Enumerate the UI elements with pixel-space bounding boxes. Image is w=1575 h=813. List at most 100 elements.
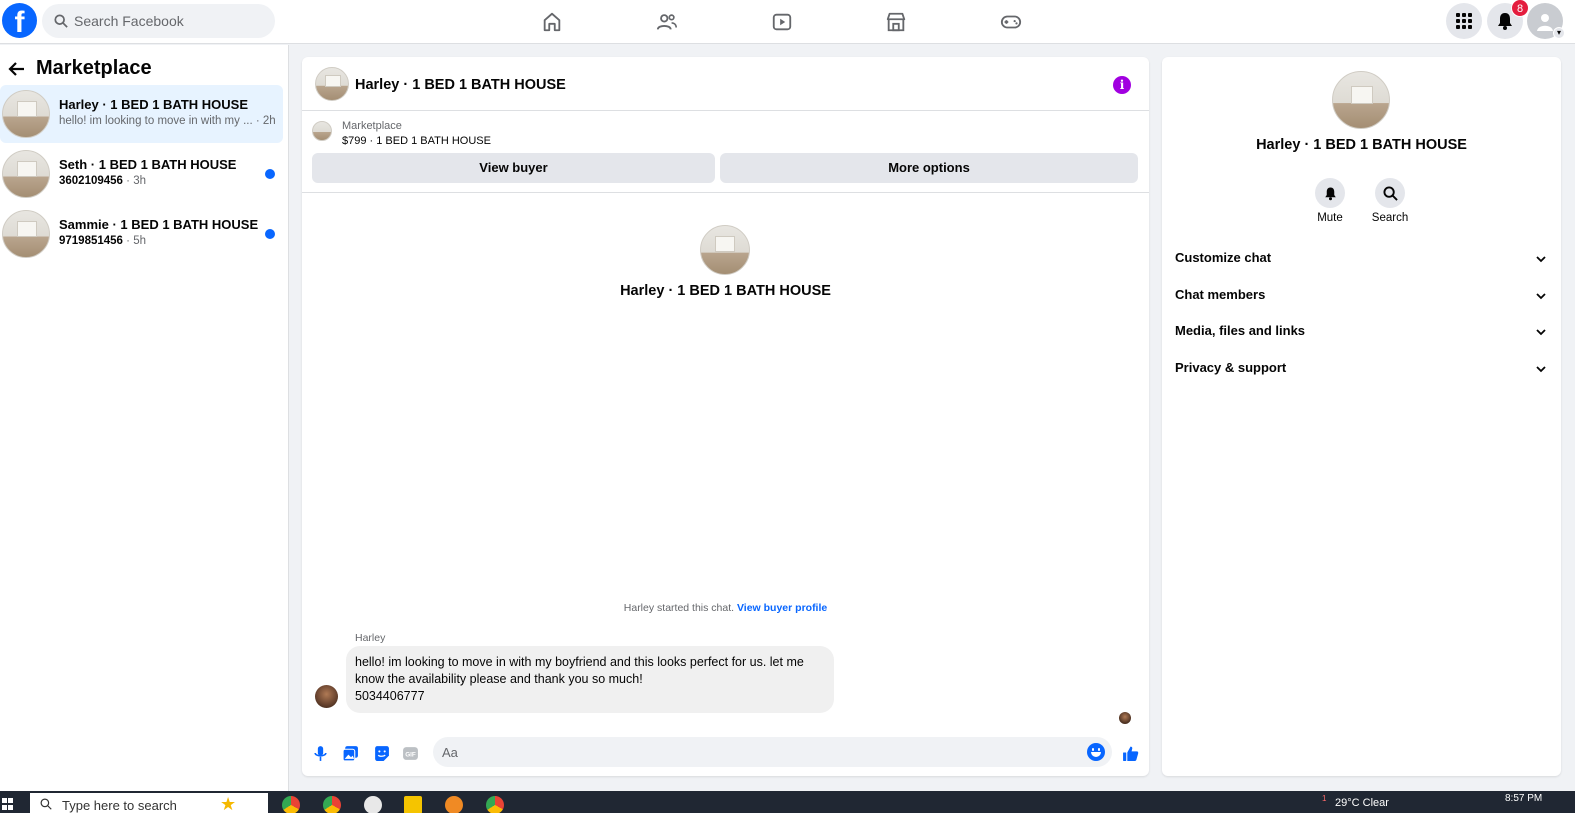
- message-composer: GIF: [302, 735, 1149, 771]
- conversation-title: Sammie · 1 BED 1 BATH HOUSE: [59, 217, 259, 232]
- search-icon: [54, 14, 68, 28]
- intro-name: Harley · 1 BED 1 BATH HOUSE: [620, 283, 831, 299]
- media-files-links-section[interactable]: Media, files and links: [1162, 314, 1561, 348]
- top-navigation-bar: f 8 ▾: [0, 0, 1575, 44]
- conversation-title: Seth · 1 BED 1 BATH HOUSE: [59, 157, 237, 172]
- sticker-icon: [374, 745, 389, 761]
- mute-button[interactable]: Mute: [1300, 178, 1360, 224]
- photo-icon: [342, 745, 358, 761]
- windows-start-icon[interactable]: [2, 798, 14, 810]
- search-icon: [1382, 185, 1398, 201]
- listing-label: Marketplace: [342, 120, 402, 132]
- more-options-button[interactable]: More options: [720, 153, 1138, 183]
- weather-text[interactable]: 29°C Clear: [1335, 797, 1389, 809]
- menu-button[interactable]: [1446, 3, 1482, 39]
- emoji-icon[interactable]: [1087, 743, 1105, 761]
- message-line: know the availability please and thank y…: [355, 672, 643, 686]
- search-in-conversation-button[interactable]: Search: [1360, 178, 1420, 224]
- conversation-preview: 9719851456 · 5h: [59, 235, 146, 247]
- listing-small-thumbnail: [312, 121, 332, 141]
- sticker-button[interactable]: [372, 744, 390, 762]
- chrome-icon[interactable]: [282, 796, 300, 813]
- nav-friends[interactable]: [647, 8, 687, 36]
- message-sender-name: Harley: [355, 632, 386, 644]
- file-explorer-icon[interactable]: [404, 796, 422, 813]
- chevron-down-icon: [1536, 293, 1546, 300]
- app-icon[interactable]: [445, 796, 463, 813]
- search-circle[interactable]: [1375, 178, 1405, 208]
- chrome-icon[interactable]: [486, 796, 504, 813]
- chat-header-thumbnail[interactable]: [315, 67, 349, 101]
- apps-grid-icon: [1456, 13, 1472, 29]
- sender-avatar[interactable]: [315, 685, 338, 708]
- search-label: Search: [1371, 212, 1409, 224]
- panel-avatar: [1332, 71, 1390, 129]
- nav-watch[interactable]: [762, 8, 802, 36]
- message-line: hello! im looking to move in with my boy…: [355, 655, 804, 669]
- bell-icon: [1324, 187, 1336, 200]
- marketplace-icon: [886, 12, 906, 32]
- weather-badge: 1: [1322, 794, 1327, 803]
- message-input[interactable]: [433, 737, 1112, 767]
- chrome-icon[interactable]: [323, 796, 341, 813]
- unread-indicator: [265, 229, 275, 239]
- listing-thumbnail: [2, 90, 50, 138]
- clock-time[interactable]: 8:57 PM: [1505, 793, 1542, 804]
- search-icon: [40, 798, 52, 810]
- svg-text:GIF: GIF: [405, 751, 416, 758]
- section-label: Chat members: [1175, 287, 1266, 302]
- conversation-item[interactable]: Seth · 1 BED 1 BATH HOUSE 3602109456 · 3…: [0, 145, 283, 203]
- chat-members-section[interactable]: Chat members: [1162, 278, 1561, 312]
- thumbs-up-icon: [1122, 746, 1138, 761]
- nav-home[interactable]: [532, 8, 572, 36]
- conversation-preview: hello! im looking to move in with my ...…: [59, 115, 276, 127]
- seen-indicator-avatar: [1119, 712, 1131, 724]
- mute-circle[interactable]: [1315, 178, 1345, 208]
- watch-icon: [772, 13, 792, 31]
- mute-label: Mute: [1317, 212, 1343, 224]
- view-buyer-button[interactable]: View buyer: [312, 153, 715, 183]
- chat-header-name[interactable]: Harley · 1 BED 1 BATH HOUSE: [355, 77, 566, 93]
- attach-photo-button[interactable]: [341, 744, 359, 762]
- search-facebook-box[interactable]: [42, 4, 275, 38]
- search-input[interactable]: [74, 13, 264, 29]
- view-buyer-profile-link[interactable]: View buyer profile: [737, 602, 827, 614]
- gif-button[interactable]: GIF: [401, 744, 419, 762]
- section-label: Customize chat: [1175, 250, 1272, 265]
- nav-gaming[interactable]: [991, 8, 1031, 36]
- chevron-down-icon: ▾: [1553, 27, 1565, 39]
- conversation-item[interactable]: Sammie · 1 BED 1 BATH HOUSE 9719851456 ·…: [0, 205, 283, 263]
- sidebar-header: Marketplace: [6, 57, 152, 80]
- voice-clip-button[interactable]: [311, 744, 329, 762]
- avatar-icon: [1537, 14, 1553, 31]
- notifications-button[interactable]: 8: [1487, 0, 1529, 39]
- sidebar-title: Marketplace: [36, 57, 152, 79]
- home-icon: [543, 12, 561, 32]
- intro-avatar: [700, 225, 750, 275]
- privacy-support-section[interactable]: Privacy & support: [1162, 351, 1561, 385]
- facebook-logo[interactable]: f: [2, 3, 37, 38]
- nav-marketplace[interactable]: [876, 8, 916, 36]
- chat-started-notice: Harley started this chat. View buyer pro…: [623, 602, 828, 614]
- arrow-left-icon: [8, 61, 24, 76]
- app-icon[interactable]: [364, 796, 382, 813]
- microphone-icon: [313, 745, 327, 761]
- marketplace-sidebar: Marketplace Harley · 1 BED 1 BATH HOUSE …: [0, 45, 289, 791]
- taskbar-search-placeholder: Type here to search: [62, 798, 177, 813]
- listing-price[interactable]: $799 · 1 BED 1 BATH HOUSE: [342, 135, 491, 147]
- customize-chat-section[interactable]: Customize chat: [1162, 241, 1561, 275]
- message-bubble[interactable]: hello! im looking to move in with my boy…: [346, 646, 834, 713]
- chevron-down-icon: [1536, 366, 1546, 373]
- listing-thumbnail: [2, 210, 50, 258]
- gaming-icon: [1000, 15, 1022, 29]
- back-button[interactable]: [6, 58, 28, 80]
- chevron-down-icon: [1536, 256, 1546, 263]
- section-label: Media, files and links: [1175, 323, 1306, 338]
- conversation-item[interactable]: Harley · 1 BED 1 BATH HOUSE hello! im lo…: [0, 85, 283, 143]
- conversation-preview: 3602109456 · 3h: [59, 175, 146, 187]
- account-avatar-button[interactable]: ▾: [1527, 3, 1565, 39]
- like-button[interactable]: [1120, 743, 1140, 763]
- friends-icon: [656, 14, 677, 30]
- widgets-icon[interactable]: ★: [220, 795, 236, 813]
- info-icon[interactable]: i: [1113, 76, 1131, 94]
